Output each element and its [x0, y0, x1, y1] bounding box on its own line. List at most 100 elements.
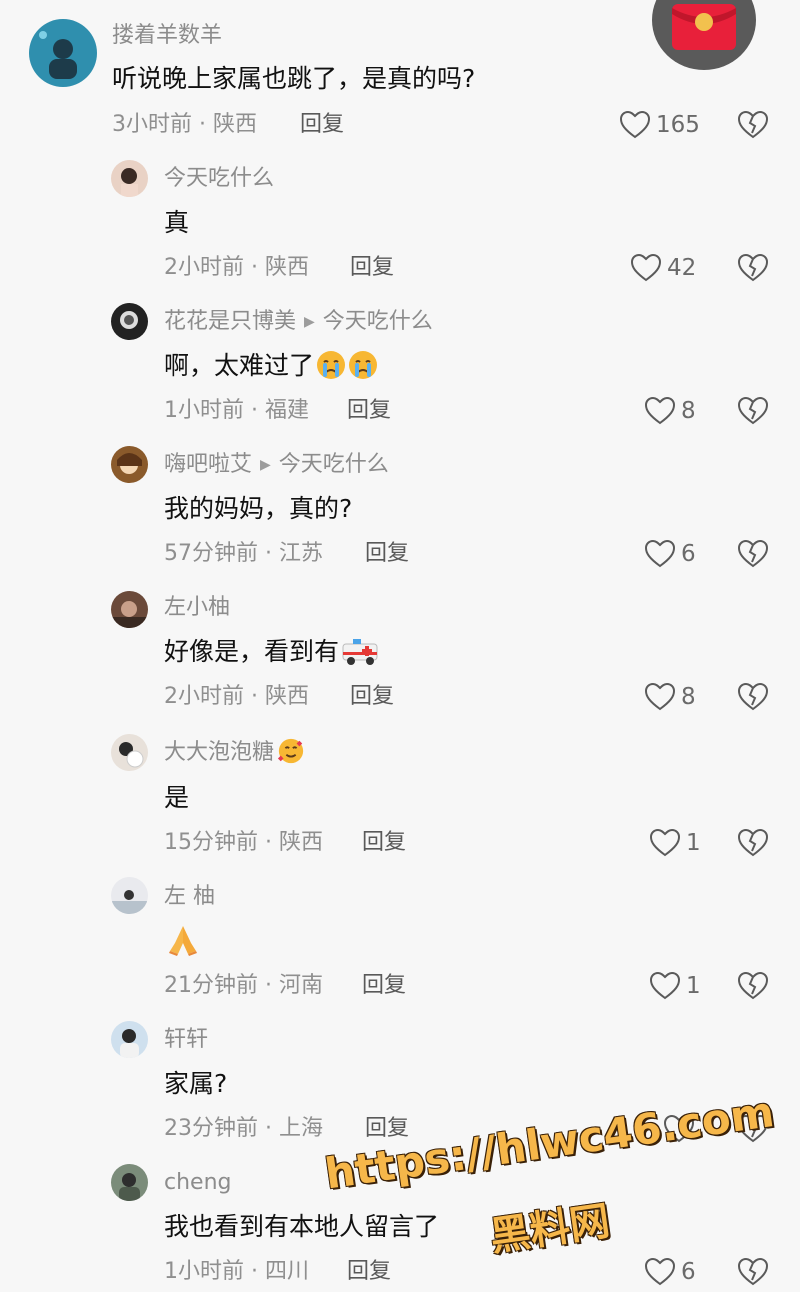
username[interactable]: cheng: [164, 1169, 231, 1197]
comment-region: 江苏: [278, 541, 323, 566]
username[interactable]: 搂着羊数羊: [112, 22, 222, 50]
comment-time: 2小时前: [164, 684, 244, 709]
avatar[interactable]: [111, 1021, 148, 1058]
reply-to-user[interactable]: 今天吃什么: [323, 309, 433, 334]
comment-time: 15分钟前: [164, 830, 258, 855]
like-button[interactable]: 6: [645, 1258, 696, 1286]
comment-item: 大大泡泡糖 是 15分钟前 · 陕西 回复 1: [0, 722, 800, 865]
heart-outline-icon: [650, 829, 680, 857]
broken-heart-icon[interactable]: [738, 539, 768, 569]
comment-region: 河南: [278, 973, 323, 998]
avatar[interactable]: [111, 877, 148, 914]
comment-region: 四川: [264, 1259, 309, 1284]
broken-heart-icon[interactable]: [738, 253, 768, 283]
avatar[interactable]: [29, 19, 97, 87]
comment-text: 听说晚上家属也跳了，是真的吗?: [112, 64, 476, 93]
comment-text: 是: [164, 783, 190, 812]
comment-time: 21分钟前: [164, 973, 258, 998]
smiling-face-hearts-emoji-icon: [277, 738, 304, 764]
comment-item: 左小柚 好像是，看到有 2小时前 · 陕西 回复 8: [0, 579, 800, 722]
like-count: 6: [681, 541, 696, 567]
comment-text: 我也看到有本地人留言了: [164, 1212, 440, 1241]
comment-text: 好像是，看到有: [164, 636, 381, 668]
reply-to-user[interactable]: 今天吃什么: [279, 452, 389, 477]
avatar[interactable]: [111, 1164, 148, 1201]
avatar[interactable]: [111, 734, 148, 771]
like-button[interactable]: 8: [645, 683, 696, 711]
comment-text: 我的妈妈，真的?: [164, 494, 353, 523]
broken-heart-icon[interactable]: [738, 1257, 768, 1287]
comment-text: [164, 923, 200, 959]
folded-hands-emoji-icon: [169, 926, 197, 956]
like-count: 8: [681, 398, 696, 424]
avatar[interactable]: [111, 160, 148, 197]
like-button[interactable]: 1: [650, 829, 701, 857]
comment-text: 家属?: [164, 1069, 228, 1098]
comment-time: 57分钟前: [164, 541, 258, 566]
heart-outline-icon: [631, 254, 661, 282]
like-button[interactable]: 6: [645, 540, 696, 568]
comment-meta: 1小时前 · 福建: [164, 398, 309, 423]
heart-outline-icon: [645, 540, 675, 568]
comment-text-content: 好像是，看到有: [164, 637, 340, 666]
like-button[interactable]: 1: [650, 972, 701, 1000]
like-button[interactable]: 42: [631, 254, 696, 282]
username[interactable]: 左 柚: [164, 883, 215, 911]
reply-button[interactable]: 回复: [350, 683, 394, 711]
comment-time: 3小时前: [112, 112, 192, 137]
comment-item: 花花是只博美 ▶ 今天吃什么 啊，太难过了 1小时前 · 福建 回复 8: [0, 293, 800, 436]
comment-meta: 3小时前 · 陕西: [112, 112, 257, 137]
like-button[interactable]: 8: [645, 397, 696, 425]
reply-button[interactable]: 回复: [365, 540, 409, 568]
reply-button[interactable]: 回复: [350, 254, 394, 282]
comment-item: 左 柚 21分钟前 · 河南 回复 1: [0, 865, 800, 1008]
username[interactable]: 今天吃什么: [164, 165, 274, 193]
comment-meta: 23分钟前 · 上海: [164, 1116, 323, 1141]
comment-time: 1小时前: [164, 398, 244, 423]
broken-heart-icon[interactable]: [738, 828, 768, 858]
comment-meta: 2小时前 · 陕西: [164, 684, 309, 709]
like-count: 8: [681, 684, 696, 710]
like-count: 165: [656, 112, 700, 138]
heart-outline-icon: [650, 972, 680, 1000]
crying-face-emoji-icon: [349, 351, 378, 379]
crying-face-emoji-icon: [317, 351, 346, 379]
avatar[interactable]: [111, 591, 148, 628]
username[interactable]: 花花是只博美 ▶ 今天吃什么: [164, 308, 433, 336]
reply-button[interactable]: 回复: [362, 829, 406, 857]
comment-region: 陕西: [212, 112, 257, 137]
username[interactable]: 轩轩: [164, 1026, 208, 1054]
comment-meta: 21分钟前 · 河南: [164, 973, 323, 998]
username-text: 花花是只博美: [164, 309, 297, 334]
reply-button[interactable]: 回复: [362, 972, 406, 1000]
comment-region: 陕西: [264, 255, 309, 280]
comment-region: 陕西: [278, 830, 323, 855]
broken-heart-icon[interactable]: [738, 682, 768, 712]
broken-heart-icon[interactable]: [738, 971, 768, 1001]
comment-region: 陕西: [264, 684, 309, 709]
like-count: 6: [681, 1259, 696, 1285]
broken-heart-icon[interactable]: [738, 110, 768, 140]
heart-outline-icon: [645, 397, 675, 425]
reply-button[interactable]: 回复: [347, 1258, 391, 1286]
comment-time: 1小时前: [164, 1259, 244, 1284]
ambulance-emoji-icon: [342, 639, 378, 665]
comment-region: 上海: [278, 1116, 323, 1141]
username[interactable]: 左小柚: [164, 594, 230, 622]
username[interactable]: 大大泡泡糖: [164, 737, 306, 767]
comment-text: 啊，太难过了: [164, 350, 378, 382]
comment-item: 嗨吧啦艾 ▶ 今天吃什么 我的妈妈，真的? 57分钟前 · 江苏 回复 6: [0, 436, 800, 579]
reply-button[interactable]: 回复: [347, 397, 391, 425]
triangle-right-icon: ▶: [304, 314, 315, 330]
username-text: 嗨吧啦艾: [164, 452, 253, 477]
heart-outline-icon: [620, 111, 650, 139]
like-button[interactable]: 165: [620, 111, 700, 139]
username[interactable]: 嗨吧啦艾 ▶ 今天吃什么: [164, 451, 389, 479]
avatar[interactable]: [111, 446, 148, 483]
avatar[interactable]: [111, 303, 148, 340]
comment-item: 搂着羊数羊 听说晚上家属也跳了，是真的吗? 3小时前 · 陕西 回复 165: [0, 0, 800, 150]
comment-meta: 2小时前 · 陕西: [164, 255, 309, 280]
reply-button[interactable]: 回复: [300, 111, 344, 139]
broken-heart-icon[interactable]: [738, 396, 768, 426]
heart-outline-icon: [645, 683, 675, 711]
